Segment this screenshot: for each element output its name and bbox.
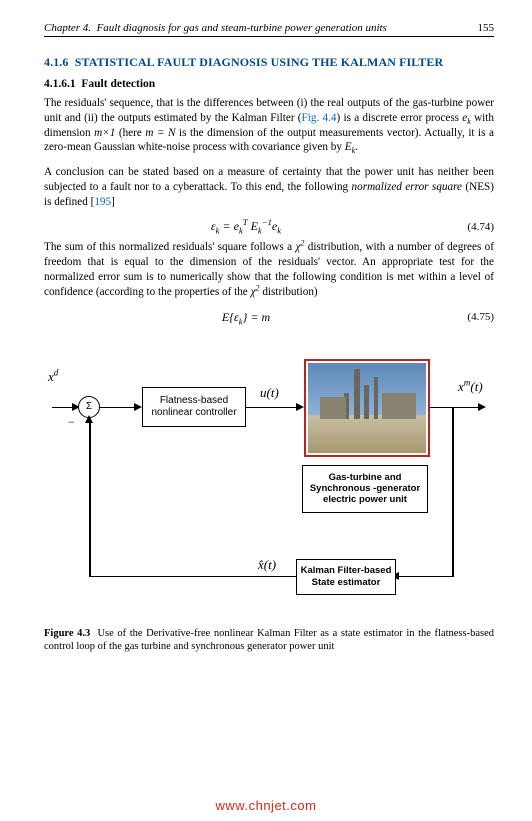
minus-sign: − <box>68 415 75 430</box>
running-header: Chapter 4. Fault diagnosis for gas and s… <box>44 22 494 37</box>
paragraph-2: A conclusion can be stated based on a me… <box>44 165 494 209</box>
estimator-block: Kalman Filter-based State estimator <box>296 559 396 595</box>
equation-4-75: E{εk} = m (4.75) <box>44 310 494 325</box>
plant-photo <box>304 359 430 457</box>
equation-number: (4.74) <box>448 221 494 233</box>
figure-reference-link[interactable]: Fig. 4.4 <box>302 112 337 124</box>
header-left: Chapter 4. Fault diagnosis for gas and s… <box>44 22 387 34</box>
var-xhat-label: x̂(t) <box>258 557 276 573</box>
var-u-label: u(t) <box>260 385 279 401</box>
page-number: 155 <box>478 22 495 34</box>
equation-body: εk = ekT Ek−1ek <box>44 219 448 234</box>
plant-block: Gas-turbine and Synchronous -generator e… <box>302 465 428 513</box>
section-heading: 4.1.6 STATISTICAL FAULT DIAGNOSIS USING … <box>44 55 494 70</box>
controller-block: Flatness-based nonlinear controller <box>142 387 246 427</box>
figure-caption: Figure 4.3 Use of the Derivative-free no… <box>44 627 494 654</box>
citation-link[interactable]: 195 <box>94 196 111 208</box>
subsection-heading: 4.1.6.1 Fault detection <box>44 78 494 90</box>
equation-body: E{εk} = m <box>44 310 448 325</box>
paragraph-1: The residuals' sequence, that is the dif… <box>44 96 494 155</box>
equation-4-74: εk = ekT Ek−1ek (4.74) <box>44 219 494 234</box>
block-diagram: xd Σ − Flatness-based nonlinear controll… <box>44 343 494 623</box>
figure-4-3: xd Σ − Flatness-based nonlinear controll… <box>44 343 494 654</box>
watermark: www.chnjet.com <box>0 798 532 813</box>
var-xd-label: xd <box>48 369 58 385</box>
paragraph-3: The sum of this normalized residuals' sq… <box>44 240 494 299</box>
var-xm-label: xm(t) <box>458 379 483 395</box>
equation-number: (4.75) <box>448 311 494 323</box>
